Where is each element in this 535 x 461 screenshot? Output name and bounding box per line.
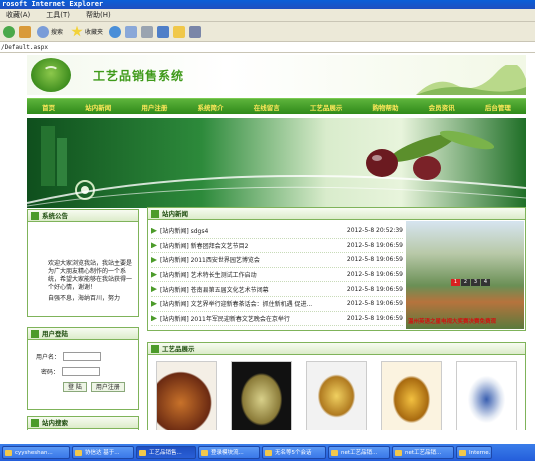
list-item[interactable]: [站内新闻] 苍南县第五届文化艺术节闭幕 2012-5-8 19:06:59 — [151, 282, 403, 297]
menu-help[interactable]: 帮助(H) — [86, 10, 111, 20]
notice-text-2: 自强不息，海纳百川，努力 — [48, 295, 121, 302]
nav-admin[interactable]: 后台管理 — [485, 102, 511, 112]
arrow-icon — [151, 300, 157, 307]
list-item[interactable]: [站内新闻] 2011年军民迎新春文艺晚会在京举行 2012-5-8 19:06:… — [151, 312, 403, 327]
taskbar-item[interactable]: Interne... — [456, 446, 492, 459]
menu-favorites[interactable]: 收藏(A) — [6, 10, 30, 20]
craft-image-golden-jar[interactable] — [381, 361, 442, 430]
site-header: 工艺品销售系统 — [27, 55, 526, 95]
address-bar[interactable]: /Default.aspx — [0, 42, 535, 53]
news-box: 站内新闻 [站内新闻] sdgs4 2012-5-8 20:52:39 [站内新闻… — [147, 207, 526, 331]
refresh-icon[interactable] — [3, 25, 15, 38]
crafts-box: 工艺品展示 — [147, 342, 526, 430]
taskbar: cyysheshan... 协信达 基于... 工艺品销售... 登录模块流..… — [0, 444, 535, 461]
logo — [31, 58, 71, 92]
slider-caption[interactable]: 温州英语之星电视大奖赛决赛免费观 — [408, 317, 496, 325]
login-heading: 用户登陆 — [28, 328, 138, 340]
hills-image — [416, 65, 526, 95]
menu-tools[interactable]: 工具(T) — [46, 10, 70, 20]
messenger-icon[interactable] — [189, 25, 202, 38]
slider-page-3[interactable]: 3 — [471, 279, 480, 286]
craft-image-vases[interactable] — [156, 361, 217, 430]
notice-heading: 系统公告 — [28, 210, 138, 222]
history-icon[interactable] — [109, 25, 122, 38]
login-box: 用户登陆 用户名： 密码： 登 陆 用户注册 — [27, 327, 139, 410]
nav-help[interactable]: 购物帮助 — [373, 102, 399, 112]
taskbar-item[interactable]: 登录模块流... — [198, 446, 260, 459]
arrow-icon — [151, 286, 157, 293]
taskbar-item[interactable]: cyysheshan... — [2, 446, 70, 459]
password-field[interactable] — [62, 367, 101, 376]
banner-art — [27, 126, 526, 207]
nav-register[interactable]: 用户注册 — [141, 102, 167, 112]
taskbar-item[interactable]: 协信达 基于... — [72, 446, 134, 459]
password-label: 密码： — [41, 369, 60, 376]
slider-page-1[interactable]: 1 — [451, 279, 460, 286]
edit-icon[interactable] — [157, 25, 170, 38]
list-item[interactable]: [站内新闻] 新春团拜会文艺节目2 2012-5-8 19:06:59 — [151, 239, 403, 254]
slider-page-2[interactable]: 2 — [461, 279, 470, 286]
list-item[interactable]: [站内新闻] 2011西安世界园艺博览会 2012-5-8 19:06:59 — [151, 253, 403, 268]
news-list: [站内新闻] sdgs4 2012-5-8 20:52:39 [站内新闻] 新春团… — [151, 224, 403, 327]
craft-image-eagle[interactable] — [306, 361, 367, 430]
menu-bar: 收藏(A) 工具(T) 帮助(H) — [0, 9, 535, 22]
nav-member[interactable]: 会员资讯 — [429, 102, 455, 112]
nav-guestbook[interactable]: 在线留言 — [254, 102, 280, 112]
main-nav: 首页 站内新闻 用户注册 系统简介 在线留言 工艺品展示 购物帮助 会员资讯 后… — [27, 98, 526, 114]
nav-crafts[interactable]: 工艺品展示 — [310, 102, 343, 112]
search-icon — [37, 25, 49, 38]
arrow-icon — [151, 315, 157, 322]
nav-about[interactable]: 系统简介 — [198, 102, 224, 112]
crafts-heading: 工艺品展示 — [148, 343, 525, 355]
login-button[interactable]: 登 陆 — [63, 382, 87, 392]
username-field[interactable] — [63, 352, 102, 361]
list-item[interactable]: [站内新闻] sdgs4 2012-5-8 20:52:39 — [151, 224, 403, 239]
news-slider-image[interactable]: 1 2 3 4 温州英语之星电视大奖赛决赛免费观 — [406, 221, 524, 329]
taskbar-item[interactable]: 工艺品销售... — [136, 446, 196, 459]
star-icon — [71, 25, 83, 37]
taskbar-item[interactable]: net工艺品销... — [392, 446, 454, 459]
slider-pager: 1 2 3 4 — [451, 279, 490, 286]
register-button[interactable]: 用户注册 — [90, 382, 125, 392]
list-item[interactable]: [站内新闻] 艺术特长生测试工作启动 2012-5-8 19:06:59 — [151, 268, 403, 283]
arrow-icon — [151, 227, 157, 234]
username-label: 用户名： — [36, 354, 61, 361]
site-search-heading: 站内搜索 — [28, 417, 138, 429]
nav-home[interactable]: 首页 — [42, 102, 55, 112]
window-title: rosoft Internet Explorer — [0, 0, 535, 9]
slider-page-4[interactable]: 4 — [481, 279, 490, 286]
web-page: 工艺品销售系统 首页 站内新闻 用户注册 系统简介 在线留言 工艺品展示 购物帮… — [27, 55, 526, 430]
folder-icon[interactable] — [173, 25, 186, 38]
arrow-icon — [151, 256, 157, 263]
list-item[interactable]: [站内新闻] 文艺界举行迎新春茶话会：抓住新机遇 促进... 2012-5-8 1… — [151, 297, 403, 312]
banner-image — [27, 118, 526, 208]
search-label: 搜索 — [51, 29, 64, 36]
ie-toolbar: 搜索 收藏夹 — [0, 22, 535, 42]
news-heading: 站内新闻 — [148, 208, 525, 220]
craft-image-porcelain-vase[interactable] — [456, 361, 517, 430]
site-search-box: 站内搜索 — [27, 416, 139, 430]
arrow-icon — [151, 242, 157, 249]
arrow-icon — [151, 271, 157, 278]
craft-image-carving[interactable] — [231, 361, 292, 430]
home-icon[interactable] — [19, 25, 31, 38]
favorites-label: 收藏夹 — [85, 29, 104, 36]
notice-text: 欢迎大家浏览我站，我站主要是为广大朋友精心制作的一个系统，希望大家能够在我站获得… — [48, 260, 133, 291]
site-title: 工艺品销售系统 — [93, 69, 185, 83]
mail-icon[interactable] — [125, 25, 138, 38]
print-icon[interactable] — [141, 25, 154, 38]
taskbar-item[interactable]: 无名等5个会话 — [262, 446, 326, 459]
favorites-button[interactable]: 收藏夹 — [69, 24, 105, 40]
search-button[interactable]: 搜索 — [35, 24, 65, 40]
notice-box: 系统公告 欢迎大家浏览我站，我站主要是为广大朋友精心制作的一个系统，希望大家能够… — [27, 209, 139, 317]
taskbar-item[interactable]: net工艺品销... — [328, 446, 390, 459]
nav-news[interactable]: 站内新闻 — [85, 102, 111, 112]
